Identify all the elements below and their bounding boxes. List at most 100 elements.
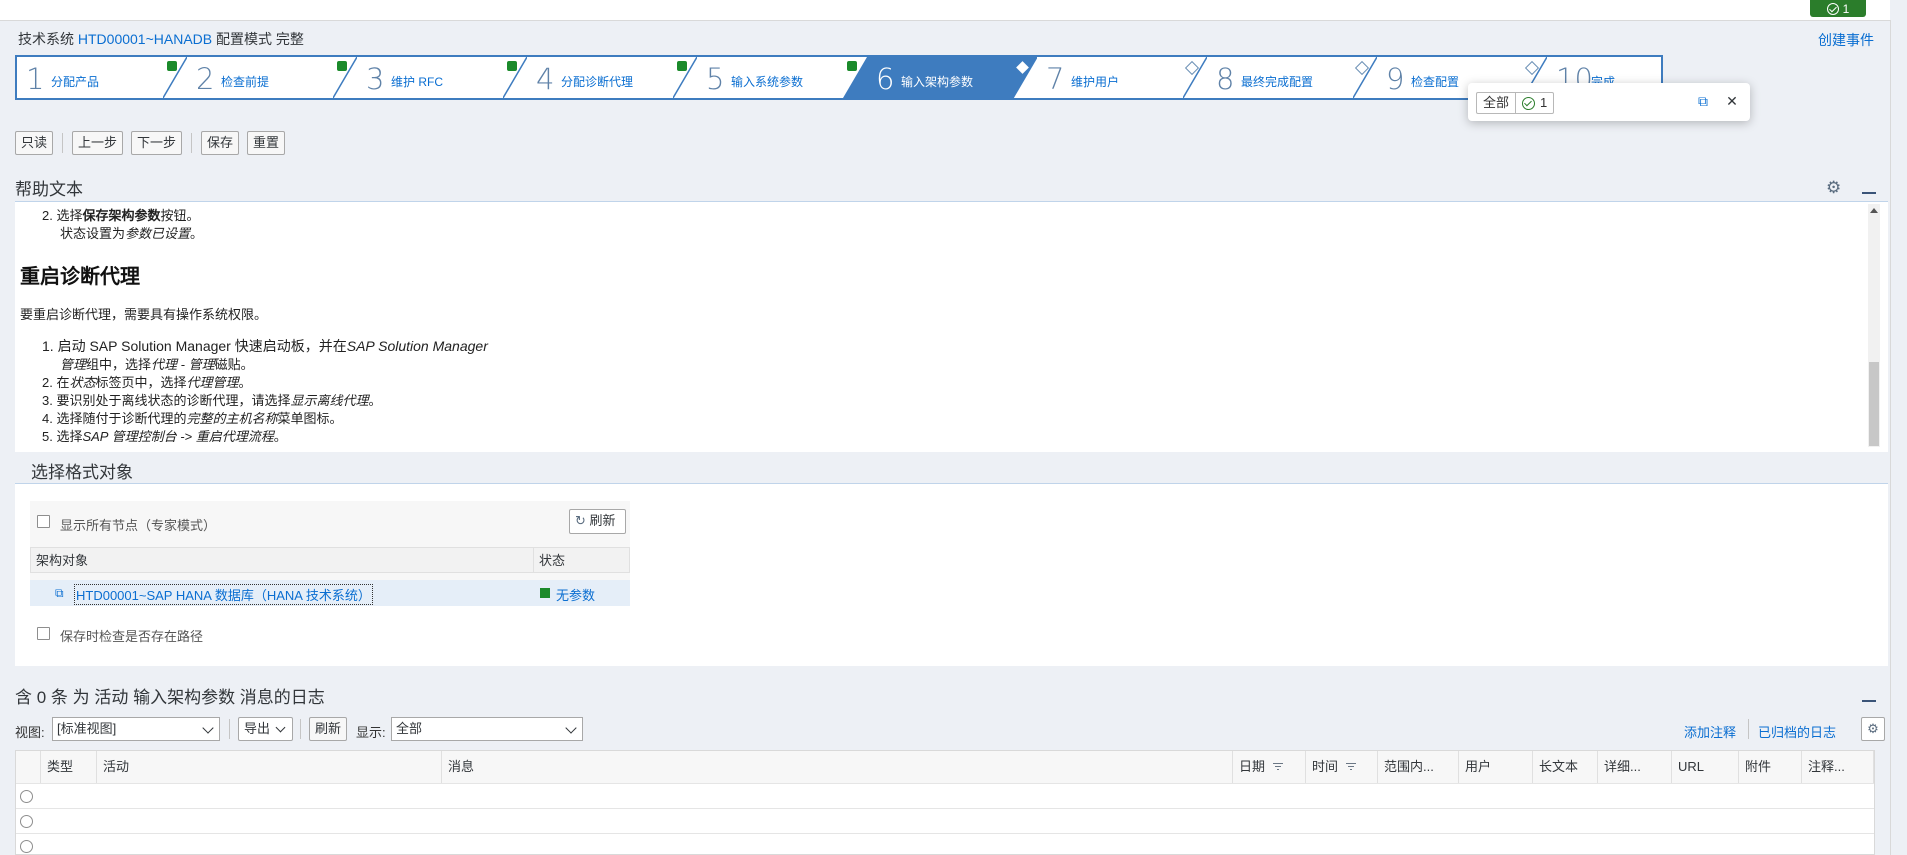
check-circle-icon <box>1826 2 1839 15</box>
status-link[interactable]: 无参数 <box>556 585 595 604</box>
view-select[interactable]: [标准视图] <box>52 717 220 741</box>
restart-step-1: 1. 启动 SAP Solution Manager 快速启动板，并在SAP S… <box>42 338 488 354</box>
status-square-icon <box>540 588 550 598</box>
col-type[interactable]: 类型 <box>41 751 97 783</box>
message-count: 1 <box>1842 1 1850 16</box>
settings-gear-icon[interactable]: ⚙ <box>1826 178 1841 198</box>
close-icon[interactable]: ✕ <box>1725 94 1739 108</box>
col-time[interactable]: 时间 <box>1306 751 1378 783</box>
filter-success-count[interactable]: 1 <box>1515 93 1553 113</box>
create-event-link[interactable]: 创建事件 <box>1818 30 1874 50</box>
scroll-thumb[interactable] <box>1869 362 1879 446</box>
filter-icon[interactable] <box>1273 763 1284 772</box>
step-label: 分配产品 <box>51 75 100 89</box>
step-label: 输入架构参数 <box>901 75 974 89</box>
step-label: 检查配置 <box>1411 75 1460 89</box>
message-count-badge[interactable]: 1 <box>1810 0 1866 17</box>
add-note-link[interactable]: 添加注释 <box>1684 722 1736 741</box>
toolbar-divider <box>191 133 192 153</box>
toolbar-divider <box>300 719 301 739</box>
col-details[interactable]: 详细... <box>1598 751 1672 783</box>
filter-all-label: 全部 <box>1483 95 1510 110</box>
refresh-label: 刷新 <box>589 513 616 528</box>
node-icon: ⧉ <box>55 586 64 600</box>
toolbar-divider <box>62 133 63 153</box>
show-all-nodes-label: 显示所有节点（专家模式） <box>60 518 217 533</box>
select-all-column[interactable] <box>16 751 41 783</box>
step-label: 最终完成配置 <box>1241 75 1314 89</box>
step-label: 维护用户 <box>1071 75 1120 89</box>
scroll-up-icon[interactable] <box>1870 208 1878 213</box>
row-select-radio[interactable] <box>20 840 33 853</box>
previous-step-button[interactable]: 上一步 <box>72 131 124 155</box>
step-number: 9 <box>1386 62 1405 96</box>
table-row[interactable] <box>16 808 1874 834</box>
row-select-radio[interactable] <box>20 790 33 803</box>
restart-step-2: 2. 在状态标签页中，选择代理管理。 <box>42 375 252 390</box>
reset-button[interactable]: 重置 <box>247 131 286 155</box>
step-label: 分配诊断代理 <box>561 75 634 89</box>
col-message[interactable]: 消息 <box>442 751 1233 783</box>
col-url[interactable]: URL <box>1672 751 1739 783</box>
col-scope[interactable]: 范围内... <box>1378 751 1459 783</box>
guided-procedure-roadmap: 1 分配产品 2 检查前提 3 维护 RFC 4 分配诊断代理 5 输入系统参数 6 输入架构参数 7 维… <box>15 55 1663 100</box>
step-number: 5 <box>706 62 725 96</box>
step-number: 6 <box>876 62 895 96</box>
step-number: 4 <box>536 62 555 96</box>
col-date[interactable]: 日期 <box>1233 751 1306 783</box>
log-table: 类型 活动 消息 日期 时间 范围内... 用户 长文本 详细... URL 附… <box>15 750 1875 855</box>
architecture-object-link[interactable]: HTD00001~SAP HANA 数据库（HANA 技术系统） <box>74 584 373 605</box>
col-activity[interactable]: 活动 <box>97 751 442 783</box>
chevron-down-icon <box>565 722 577 734</box>
step-separator <box>1183 57 1207 98</box>
step-number: 2 <box>196 62 215 96</box>
view-select-value: [标准视图] <box>57 721 117 736</box>
log-title: 含 0 条 为 活动 输入架构参数 消息的日志 <box>15 688 325 707</box>
chevron-down-icon <box>202 722 214 734</box>
show-select-value: 全部 <box>396 721 423 736</box>
col-header-object: 架构对象 <box>30 547 534 573</box>
export-button[interactable]: 导出 <box>238 717 293 741</box>
step-separator <box>503 57 527 98</box>
step-label: 检查前提 <box>221 75 270 89</box>
system-header: 技术系统 HTD00001~HANADB 配置模式 完整 <box>18 29 304 49</box>
save-button[interactable]: 保存 <box>201 131 240 155</box>
log-refresh-button[interactable]: 刷新 <box>309 717 348 741</box>
next-step-button[interactable]: 下一步 <box>131 131 183 155</box>
check-path-label: 保存时检查是否存在路径 <box>60 629 204 644</box>
show-select[interactable]: 全部 <box>391 717 583 741</box>
col-notes[interactable]: 注释... <box>1802 751 1874 783</box>
help-step-2: 2. 选择保存架构参数按钮。 <box>42 208 200 223</box>
log-settings-gear-icon[interactable]: ⚙ <box>1861 717 1885 741</box>
filter-all-toggle[interactable]: 全部 1 <box>1476 92 1555 114</box>
col-user[interactable]: 用户 <box>1459 751 1533 783</box>
filter-icon[interactable] <box>1346 763 1357 772</box>
col-attachment[interactable]: 附件 <box>1739 751 1802 783</box>
row-select-radio[interactable] <box>20 815 33 828</box>
help-status-line: 状态设置为参数已设置。 <box>60 226 204 241</box>
refresh-button[interactable]: ↻ 刷新 <box>569 509 626 534</box>
archived-log-link[interactable]: 已归档的日志 <box>1758 722 1836 741</box>
show-all-nodes-checkbox[interactable] <box>37 515 50 528</box>
toolbar-divider <box>1748 719 1749 739</box>
readonly-button[interactable]: 只读 <box>15 131 54 155</box>
table-row[interactable] <box>16 833 1874 854</box>
toolbar-divider <box>229 719 230 739</box>
table-row[interactable] <box>16 783 1874 809</box>
table-row[interactable]: ⧉ HTD00001~SAP HANA 数据库（HANA 技术系统） 无参数 <box>30 580 630 606</box>
step-separator <box>333 57 357 98</box>
col-long-text[interactable]: 长文本 <box>1533 751 1598 783</box>
top-bar <box>0 0 1890 21</box>
restart-intro: 要重启诊断代理，需要具有操作系统权限。 <box>20 307 268 322</box>
open-external-icon[interactable]: ⧉ <box>1696 94 1710 108</box>
step-label: 维护 RFC <box>391 75 443 89</box>
restart-agent-heading: 重启诊断代理 <box>20 266 140 288</box>
minimize-help-button[interactable] <box>1862 192 1876 194</box>
minimize-log-button[interactable] <box>1862 700 1876 702</box>
check-path-checkbox[interactable] <box>37 627 50 640</box>
help-scrollbar[interactable] <box>1868 204 1880 447</box>
page-scrollbar[interactable] <box>1890 20 1907 855</box>
format-object-title: 选择格式对象 <box>31 463 133 482</box>
system-name-link[interactable]: HTD00001~HANADB <box>78 31 212 47</box>
chevron-down-icon <box>275 722 286 733</box>
